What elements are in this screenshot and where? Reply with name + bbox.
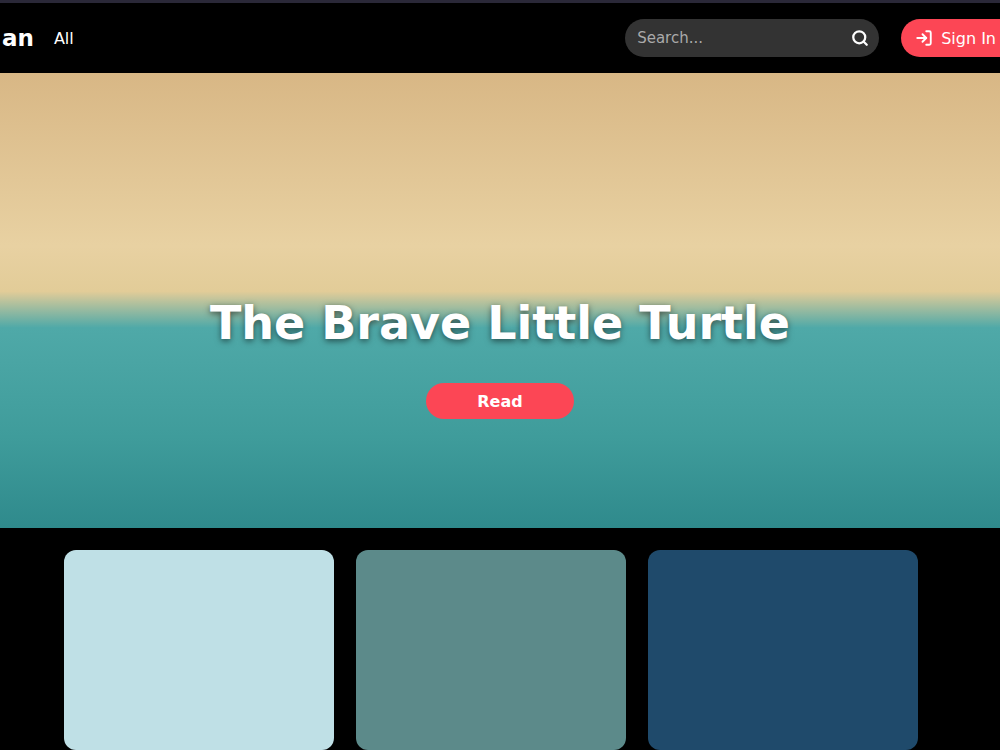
nav-link[interactable]: All	[54, 29, 74, 48]
search-input[interactable]	[635, 28, 851, 48]
story-card[interactable]	[648, 550, 918, 750]
story-card-row	[0, 528, 1000, 750]
page: an All Sign In The Brave Little Turtle Read	[0, 0, 1000, 750]
top-bar: an All Sign In	[0, 3, 1000, 73]
story-card[interactable]	[356, 550, 626, 750]
read-button[interactable]: Read	[426, 383, 574, 419]
hero-title: The Brave Little Turtle	[210, 293, 790, 353]
brand-logo[interactable]: an	[2, 25, 34, 51]
search-box	[625, 19, 879, 57]
sign-in-button[interactable]: Sign In	[901, 19, 1000, 57]
search-icon[interactable]	[851, 29, 869, 47]
story-card[interactable]	[64, 550, 334, 750]
hero-banner: The Brave Little Turtle Read	[0, 73, 1000, 528]
sign-in-icon	[915, 29, 933, 47]
